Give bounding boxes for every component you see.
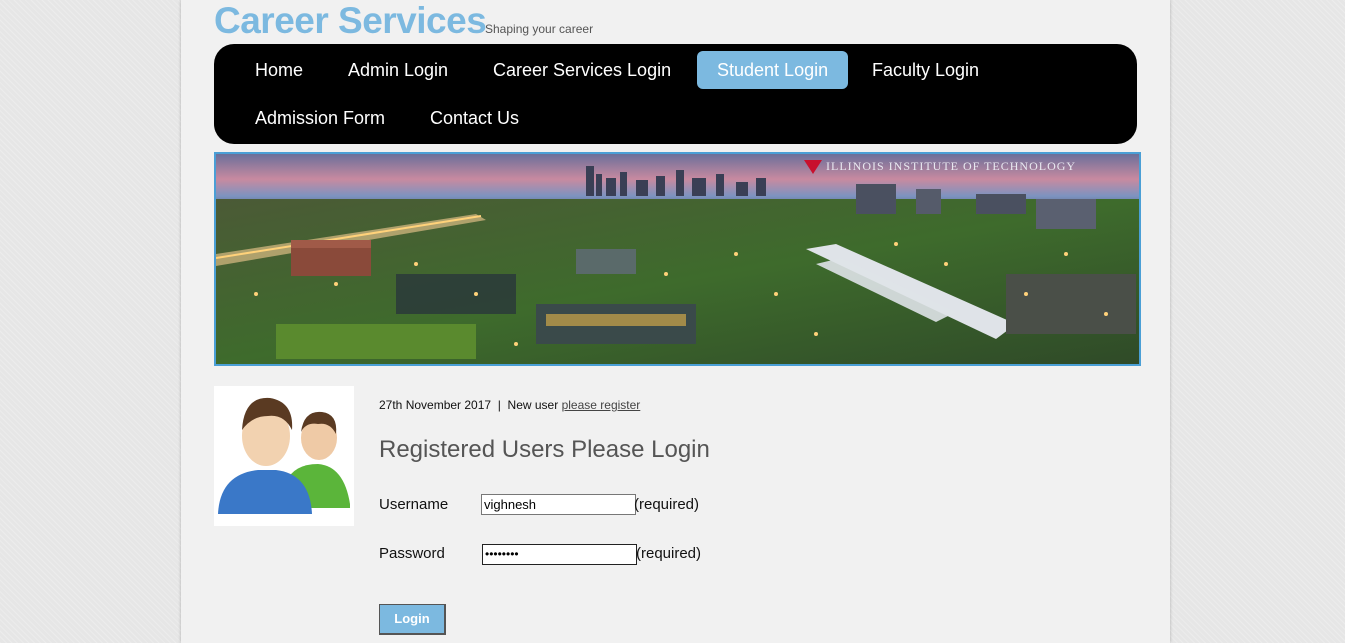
password-label: Password (379, 545, 445, 562)
nav-item-admission-form[interactable]: Admission Form (235, 99, 405, 137)
nav-item-faculty-login[interactable]: Faculty Login (852, 51, 999, 89)
banner-caption: ILLINOIS INSTITUTE OF TECHNOLOGY (826, 159, 1076, 173)
nav-item-contact-us[interactable]: Contact Us (410, 99, 539, 137)
users-avatar-image (214, 386, 354, 526)
site-title: Career Services (214, 0, 487, 41)
main-nav: Home Admin Login Career Services Login S… (214, 44, 1137, 144)
password-required-note: (required) (636, 545, 702, 562)
username-label: Username (379, 496, 449, 513)
username-required-note: (required) (634, 496, 700, 513)
page-container: Career Services Shaping your career Home… (181, 0, 1170, 643)
login-button[interactable]: Login (379, 604, 446, 635)
date-and-register-line: 27th November 2017 | New user please reg… (379, 398, 640, 412)
register-link[interactable]: please register (562, 398, 641, 412)
new-user-text: New user (507, 398, 559, 412)
password-input[interactable]: •••••••• (482, 544, 637, 565)
current-date: 27th November 2017 (379, 398, 492, 412)
username-input[interactable] (481, 494, 636, 515)
separator: | (497, 398, 501, 412)
nav-item-admin-login[interactable]: Admin Login (328, 51, 468, 89)
nav-item-career-services-login[interactable]: Career Services Login (473, 51, 691, 89)
site-tagline: Shaping your career (485, 22, 594, 36)
login-heading: Registered Users Please Login (379, 436, 710, 463)
campus-banner-image: ILLINOIS INSTITUTE OF TECHNOLOGY (214, 152, 1141, 366)
nav-item-home[interactable]: Home (235, 51, 323, 89)
nav-item-student-login[interactable]: Student Login (697, 51, 849, 89)
